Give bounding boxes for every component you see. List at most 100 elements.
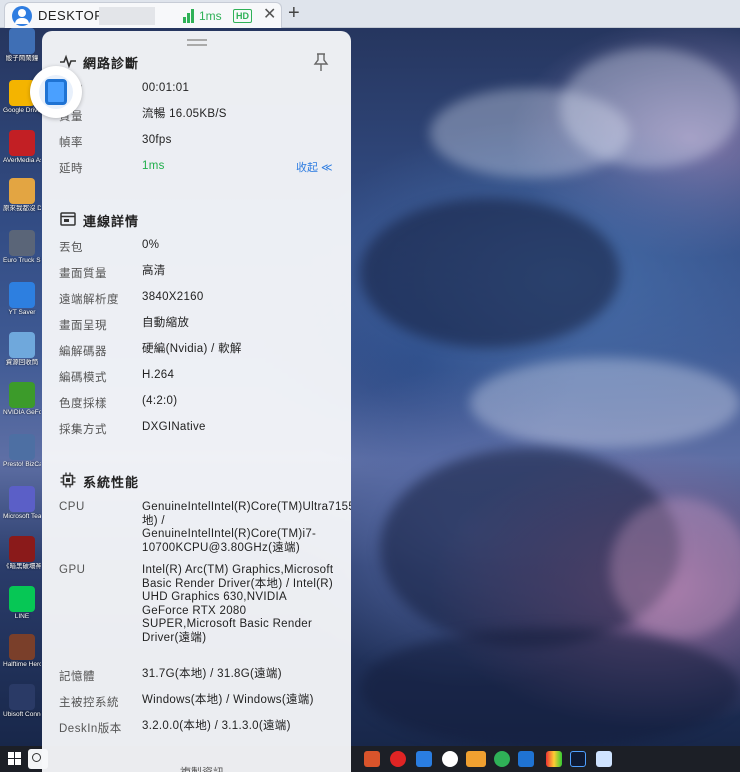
info-row-key: GPU [59, 564, 86, 576]
info-row-value: (4:2:0) [142, 395, 178, 407]
info-row-key: 編碼模式 [59, 372, 107, 384]
copy-info-link[interactable]: 複製資訊 [180, 764, 224, 772]
shortcut-label: Halftime Heroes [3, 661, 41, 668]
info-row-key: DeskIn版本 [59, 723, 122, 735]
info-row-key: 主被控系統 [59, 697, 119, 709]
taskbar-app-icon[interactable] [442, 751, 458, 767]
info-row-key: 畫面呈現 [59, 320, 107, 332]
shortcut-label: YT Saver [8, 309, 36, 316]
shortcut-label: 原來我都沒 DAVE TH... [3, 205, 41, 212]
desktop-shortcut[interactable]: AVerMedia Assist Ce... [3, 130, 41, 165]
tab-title: DESKTOP- [38, 8, 109, 23]
info-row-key: 遠端解析度 [59, 294, 119, 306]
shortcut-icon [9, 434, 35, 460]
shortcut-label: LINE [14, 613, 30, 620]
info-row-key: 記憶體 [59, 671, 95, 683]
shortcut-icon [9, 684, 35, 710]
cpu-chip-icon [60, 472, 76, 488]
shortcut-label: 骰子鬧鬧鐘 [5, 55, 39, 62]
desktop-shortcut[interactable]: Halftime Heroes [3, 634, 41, 669]
info-row-value: Intel(R) Arc(TM) Graphics,Microsoft Basi… [142, 564, 334, 644]
shortcut-label: Microsoft Teams c... [3, 513, 41, 520]
info-row-key: CPU [59, 501, 85, 513]
window-icon [60, 212, 76, 226]
shortcut-icon [9, 230, 35, 256]
shortcut-icon [9, 382, 35, 408]
connection-section-title: 連線詳情 [83, 214, 140, 229]
info-row-value: H.264 [142, 369, 175, 381]
info-row-value: 30fps [142, 134, 172, 146]
shortcut-label: 《暗黑破壞神 IV》 [3, 563, 41, 570]
info-row-value: 高清 [142, 265, 166, 277]
info-row-key: 延時 [59, 163, 83, 175]
collapse-button[interactable]: 收起 ≪ [296, 159, 333, 175]
info-row-value: 0% [142, 239, 160, 251]
info-row-key: 採集方式 [59, 424, 107, 436]
taskbar-app-icon[interactable] [416, 751, 432, 767]
session-tab[interactable]: DESKTOP- 1ms HD ✕ [4, 2, 282, 28]
shortcut-label: 資源回收筒 [5, 359, 39, 366]
info-row-value: 31.7G(本地) / 31.8G(遠端) [142, 668, 282, 680]
shortcut-label: NVIDIA GeFor... [3, 409, 41, 416]
desktop-shortcut[interactable]: Euro Truck Simulator 2 [3, 230, 41, 265]
info-row-value: 自動縮放 [142, 317, 190, 329]
desktop-shortcut[interactable]: 資源回收筒 [3, 332, 41, 367]
drag-handle-icon[interactable] [187, 39, 207, 46]
signal-bars-icon [183, 9, 195, 23]
taskbar-app-icon[interactable] [390, 751, 406, 767]
shortcut-icon [9, 282, 35, 308]
desktop-shortcut[interactable]: Microsoft Teams c... [3, 486, 41, 521]
shortcut-label: Euro Truck Simulator 2 [3, 257, 41, 264]
info-row-key: 色度採樣 [59, 398, 107, 410]
network-diagnostics-panel: 網路診斷 時間00:01:01質量流暢 16.05KB/S幀率30fps延時1m… [42, 31, 351, 772]
desktop-shortcut[interactable]: 《暗黑破壞神 IV》 [3, 536, 41, 571]
windows-start-icon[interactable] [8, 752, 22, 766]
taskbar-line-icon[interactable] [466, 751, 486, 767]
info-row-value: Windows(本地) / Windows(遠端) [142, 694, 314, 706]
info-row-key: 幀率 [59, 137, 83, 149]
desktop-shortcut[interactable]: 骰子鬧鬧鐘 [3, 28, 41, 63]
info-row-key: 畫面質量 [59, 268, 107, 280]
taskbar-app-icon[interactable] [364, 751, 380, 767]
info-row-value: 3840X2160 [142, 291, 204, 303]
screen-icon [45, 79, 67, 105]
shortcut-icon [9, 332, 35, 358]
info-row-value: GenuineIntelIntel(R)Core(TM)Ultra7155H(本… [142, 501, 351, 554]
info-row-value: 流暢 16.05KB/S [142, 108, 227, 120]
desktop-shortcut[interactable]: Presto! BizCard 6 [3, 434, 41, 469]
taskbar-app-icon[interactable] [546, 751, 562, 767]
info-row-key: 編解碼器 [59, 346, 107, 358]
shortcut-label: Presto! BizCard 6 [3, 461, 41, 468]
shortcut-icon [9, 536, 35, 562]
shortcut-label: Ubisoft Connect [3, 711, 41, 718]
taskbar-deskin-icon[interactable] [596, 751, 612, 767]
shortcut-icon [9, 586, 35, 612]
taskbar-app-icon[interactable] [494, 751, 510, 767]
network-section-title: 網路診斷 [83, 56, 140, 71]
deskin-float-button[interactable] [30, 66, 82, 118]
info-row-value: 00:01:01 [142, 82, 190, 94]
shortcut-icon [9, 486, 35, 512]
tab-bar: DESKTOP- 1ms HD ✕ + [0, 0, 740, 28]
info-row-value: 3.2.0.0(本地) / 3.1.3.0(遠端) [142, 720, 291, 732]
desktop-shortcut[interactable]: LINE [3, 586, 41, 621]
shortcut-icon [9, 28, 35, 54]
tab-latency: 1ms [199, 9, 222, 23]
pin-icon[interactable] [312, 52, 330, 72]
shortcut-label: AVerMedia Assist Ce... [3, 157, 41, 164]
info-row-value: DXGINative [142, 421, 206, 433]
shortcut-icon [9, 130, 35, 156]
taskbar-photoshop-icon[interactable] [570, 751, 586, 767]
desktop-shortcut[interactable]: 原來我都沒 DAVE TH... [3, 178, 41, 213]
hostname-redaction [99, 7, 155, 25]
desktop-shortcut[interactable]: NVIDIA GeFor... [3, 382, 41, 417]
info-row-key: 丟包 [59, 242, 83, 254]
desktop-shortcut[interactable]: Ubisoft Connect [3, 684, 41, 719]
new-tab-button[interactable]: + [288, 2, 300, 24]
close-tab-icon[interactable]: ✕ [263, 6, 276, 24]
info-row-value: 硬編(Nvidia) / 軟解 [142, 343, 242, 355]
hd-badge: HD [233, 9, 252, 23]
taskbar-app-icon[interactable] [518, 751, 534, 767]
desktop-shortcut[interactable]: YT Saver [3, 282, 41, 317]
shortcut-icon [9, 634, 35, 660]
